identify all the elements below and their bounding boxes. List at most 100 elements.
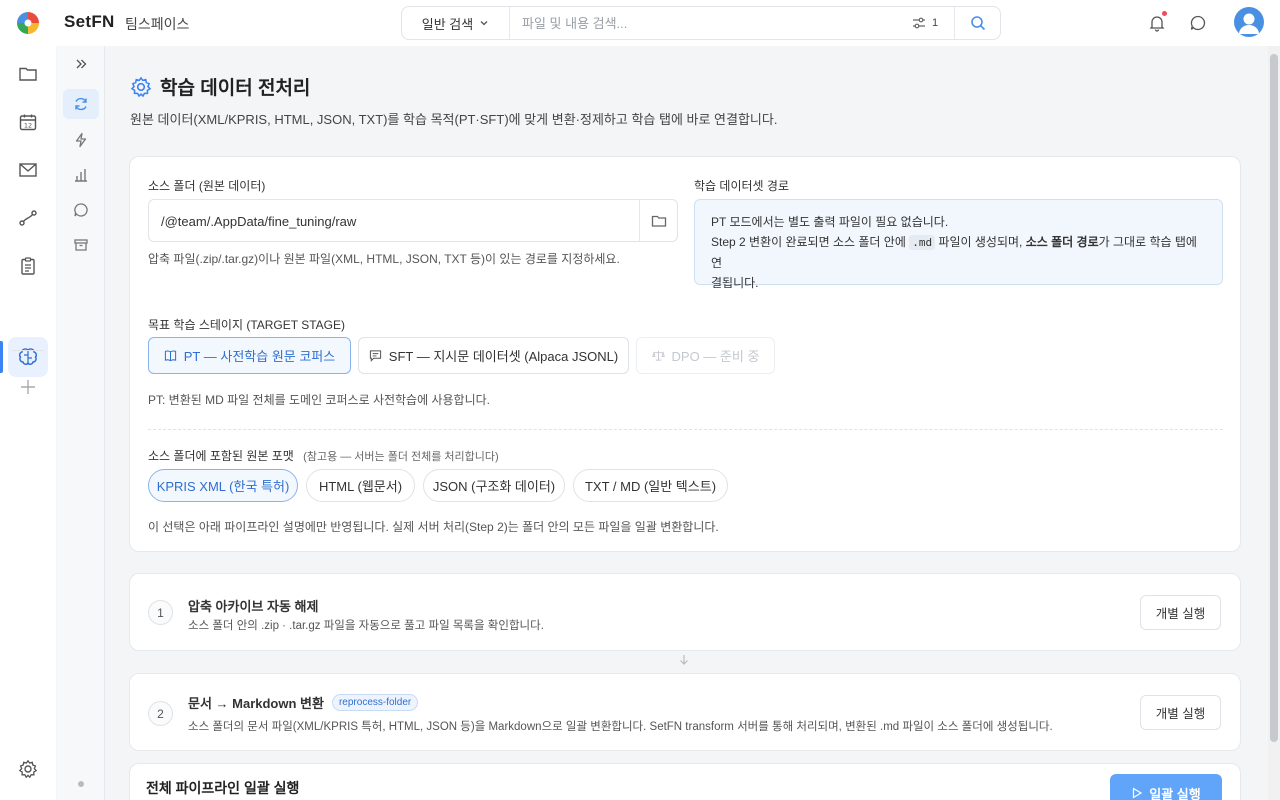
search-icon [971, 16, 986, 31]
info-line-1: PT 모드에서는 별도 출력 파일이 필요 없습니다. [711, 215, 949, 229]
step-description: 소스 폴더 안의 .zip · .tar.gz 파일을 자동으로 풀고 파일 목… [188, 620, 544, 632]
notification-button[interactable] [1146, 11, 1168, 34]
rail-ai-training[interactable] [14, 343, 42, 371]
search-mode-label: 일반 검색 [421, 16, 474, 32]
dataset-path-info: PT 모드에서는 별도 출력 파일이 필요 없습니다. Step 2 변환이 완… [694, 199, 1223, 290]
bell-icon [1149, 16, 1165, 32]
page-description: 원본 데이터(XML/KPRIS, HTML, JSON, TXT)를 학습 목… [130, 112, 778, 127]
format-kpris-xml[interactable]: KPRIS XML (한국 특허) [148, 469, 298, 502]
info-line-3: 결됩니다. [711, 276, 759, 290]
page-title: 학습 데이터 전처리 [130, 73, 310, 100]
main-content: 학습 데이터 전처리 원본 데이터(XML/KPRIS, HTML, JSON,… [106, 46, 1268, 800]
sync-icon [75, 97, 87, 111]
clipboard-icon [21, 257, 35, 275]
info-line-2: Step 2 변환이 완료되면 소스 폴더 안에 .md 파일이 생성되며, 소… [711, 235, 1197, 270]
format-json[interactable]: JSON (구조화 데이터) [423, 469, 565, 502]
user-icon [1239, 13, 1259, 34]
stage-help: PT: 변환된 MD 파일 전체를 도메인 코퍼스로 사전학습에 사용합니다. [148, 393, 491, 407]
rail-mail[interactable] [14, 156, 42, 184]
chat-bubble-icon [74, 203, 88, 217]
stage-option-dpo: DPO — 준비 중 [636, 337, 775, 374]
stage-option-pt[interactable]: PT — 사전학습 원문 코퍼스 [148, 337, 351, 374]
pipeline-title: 전체 파이프라인 일괄 실행 [146, 780, 300, 796]
rail-files[interactable] [14, 60, 42, 88]
source-path-emphasis: 소스 폴더 경로 [1025, 235, 1099, 249]
source-folder-field [148, 199, 678, 242]
rail-settings[interactable] [14, 755, 42, 783]
bar-chart-icon [75, 169, 87, 182]
subnav-archive[interactable] [63, 230, 99, 260]
mail-icon [19, 163, 37, 177]
search-mode-select[interactable]: 일반 검색 [402, 7, 510, 39]
step-card-2: 2 문서 → Markdown 변환 reprocess-folder 소스 폴… [129, 673, 1241, 751]
rail-add[interactable] [14, 373, 42, 401]
workspace-name[interactable]: 팀스페이스 [125, 14, 189, 34]
subnav-preprocess[interactable] [63, 89, 99, 119]
rail-separator [12, 350, 44, 351]
subnav-chat[interactable] [63, 195, 99, 225]
chat-bubble-icon [1190, 15, 1206, 31]
rail-active-indicator [0, 341, 3, 373]
scrollbar-thumb[interactable] [1270, 54, 1278, 742]
search-button[interactable] [954, 7, 1001, 39]
stage-option-sft[interactable]: SFT — 지시문 데이터셋 (Alpaca JSONL) [358, 337, 629, 374]
archive-icon [74, 239, 88, 251]
step-card-1: 1 압축 아카이브 자동 해제 소스 폴더 안의 .zip · .tar.gz … [129, 573, 1241, 651]
browse-folder-button[interactable] [639, 200, 677, 241]
expand-sidebar-button[interactable] [63, 49, 99, 79]
folder-icon [651, 215, 666, 227]
search-input[interactable] [514, 11, 904, 35]
gear-icon [130, 76, 152, 97]
app-rail: 12 [0, 46, 56, 800]
format-txt-md[interactable]: TXT / MD (일반 텍스트) [573, 469, 728, 502]
formats-label: 소스 폴더에 포함된 원본 포맷 (참고용 — 서버는 폴더 전체를 처리합니다… [148, 449, 499, 463]
format-html[interactable]: HTML (웹문서) [306, 469, 415, 502]
subnav-training[interactable] [63, 125, 99, 155]
rail-calendar[interactable]: 12 [14, 108, 42, 136]
calendar-icon: 12 [19, 114, 37, 131]
run-all-button[interactable]: 일괄 실행 [1110, 774, 1222, 800]
rail-tasks[interactable] [14, 252, 42, 280]
double-chevron-right-icon [76, 59, 87, 69]
user-avatar[interactable] [1234, 7, 1264, 37]
book-icon [164, 350, 176, 362]
filter-count: 1 [932, 17, 939, 29]
md-extension-code: .md [909, 235, 936, 250]
play-icon [1133, 787, 1143, 799]
app-logo-icon[interactable] [16, 11, 40, 35]
run-step-2-button[interactable]: 개별 실행 [1140, 695, 1221, 730]
page-title-text: 학습 데이터 전처리 [160, 78, 311, 99]
step-number: 1 [148, 600, 173, 625]
sub-navigation [57, 46, 105, 800]
gear-icon [18, 759, 38, 779]
section-divider [148, 429, 1223, 430]
source-folder-input[interactable] [161, 210, 621, 232]
notification-dot [1162, 11, 1167, 16]
folder-icon [19, 67, 37, 81]
top-bar: SetFN 팀스페이스 일반 검색 1 [0, 0, 1280, 46]
scale-icon [651, 350, 665, 361]
step-tag: reprocess-folder [331, 694, 419, 711]
run-step-1-button[interactable]: 개별 실행 [1140, 595, 1221, 630]
step-title: 압축 아카이브 자동 해제 [188, 599, 319, 614]
config-card: 소스 폴더 (원본 데이터) 압축 파일(.zip/.tar.gz)이나 원본 … [129, 156, 1241, 552]
chat-button[interactable] [1187, 12, 1209, 34]
status-dot [78, 781, 84, 787]
search-filter-button[interactable]: 1 [912, 7, 938, 39]
brand-name[interactable]: SetFN [64, 12, 115, 32]
formats-help: 이 선택은 아래 파이프라인 설명에만 반영됩니다. 실제 서버 처리(Step… [148, 520, 719, 534]
lightning-icon [75, 132, 87, 148]
sliders-icon [913, 17, 925, 29]
step-number: 2 [148, 701, 173, 726]
step-description: 소스 폴더의 문서 파일(XML/KPRIS 특허, HTML, JSON 등)… [188, 721, 1053, 733]
plus-icon [21, 380, 35, 394]
formats-note: (참고용 — 서버는 폴더 전체를 처리합니다) [303, 451, 499, 463]
rail-workflow[interactable] [14, 204, 42, 232]
search-bar: 일반 검색 1 [401, 6, 1001, 40]
main-scrollbar[interactable] [1268, 46, 1280, 800]
source-folder-label: 소스 폴더 (원본 데이터) [148, 179, 266, 193]
message-square-icon [369, 350, 381, 362]
target-stage-label: 목표 학습 스테이지 (TARGET STAGE) [148, 318, 345, 332]
route-icon [19, 210, 37, 226]
subnav-metrics[interactable] [63, 160, 99, 190]
